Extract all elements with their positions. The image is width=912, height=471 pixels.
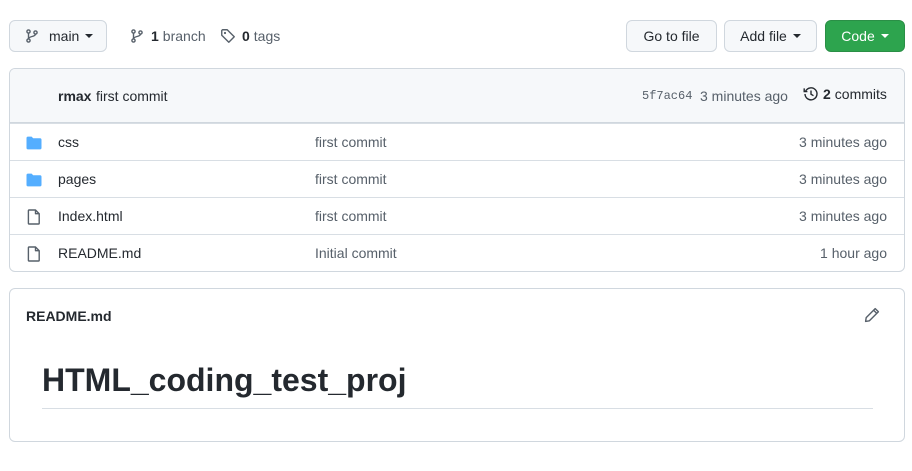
file-age: 1 hour ago [820, 245, 887, 261]
branches-link[interactable]: 1 branch [129, 20, 206, 52]
git-branch-icon [24, 28, 40, 44]
commits-count: 2 [823, 86, 831, 102]
file-list: rmax first commit 5f7ac64 3 minutes ago … [9, 68, 905, 272]
file-icon [26, 209, 42, 228]
code-label: Code [841, 28, 875, 44]
file-age: 3 minutes ago [799, 208, 887, 224]
commit-message[interactable]: first commit [96, 88, 168, 104]
commits-history-link[interactable]: 2 commits [803, 86, 887, 102]
git-branch-icon [129, 28, 151, 44]
code-button[interactable]: Code [825, 20, 905, 52]
folder-icon [26, 135, 42, 154]
readme-title: README.md [26, 308, 112, 324]
repo-view: main 1 branch 0 tags Go to file Add file… [0, 0, 912, 471]
branches-count: 1 [151, 28, 159, 44]
commit-time: 3 minutes ago [700, 88, 788, 104]
readme-panel: README.md HTML_coding_test_proj [9, 288, 905, 442]
divider [42, 408, 873, 409]
commits-text: commits [834, 86, 887, 102]
go-to-file-label: Go to file [643, 28, 700, 44]
chevron-down-icon [880, 34, 889, 38]
file-commit-message[interactable]: first commit [315, 171, 387, 187]
file-row[interactable]: css first commit 3 minutes ago [10, 123, 904, 160]
repo-toolbar: main 1 branch 0 tags Go to file Add file… [9, 20, 905, 52]
file-name[interactable]: css [58, 134, 79, 150]
tags-link[interactable]: 0 tags [220, 20, 280, 52]
readme-heading: HTML_coding_test_proj [42, 362, 407, 398]
add-file-label: Add file [740, 28, 787, 44]
file-age: 3 minutes ago [799, 171, 887, 187]
go-to-file-button[interactable]: Go to file [626, 20, 717, 52]
tag-icon [220, 28, 242, 44]
file-row[interactable]: README.md Initial commit 1 hour ago [10, 234, 904, 271]
file-icon [26, 246, 42, 265]
chevron-down-icon [85, 34, 94, 38]
file-row[interactable]: Index.html first commit 3 minutes ago [10, 197, 904, 234]
commit-sha[interactable]: 5f7ac64 [642, 89, 692, 103]
add-file-button[interactable]: Add file [724, 20, 817, 52]
latest-commit-bar: rmax first commit 5f7ac64 3 minutes ago … [10, 69, 904, 123]
file-row[interactable]: pages first commit 3 minutes ago [10, 160, 904, 197]
tags-count: 0 [242, 28, 250, 44]
tags-text: tags [253, 28, 281, 44]
branches-text: branch [162, 28, 206, 44]
file-name[interactable]: pages [58, 171, 96, 187]
folder-icon [26, 172, 42, 191]
file-age: 3 minutes ago [799, 134, 887, 150]
pencil-icon[interactable] [864, 307, 880, 326]
chevron-down-icon [792, 34, 801, 38]
file-commit-message[interactable]: first commit [315, 134, 387, 150]
branch-select-button[interactable]: main [9, 20, 107, 52]
file-commit-message[interactable]: Initial commit [315, 245, 397, 261]
commit-author[interactable]: rmax [58, 88, 91, 104]
file-name[interactable]: README.md [58, 245, 141, 261]
file-commit-message[interactable]: first commit [315, 208, 387, 224]
history-icon [803, 86, 823, 102]
branch-label: main [49, 28, 80, 44]
file-name[interactable]: Index.html [58, 208, 123, 224]
